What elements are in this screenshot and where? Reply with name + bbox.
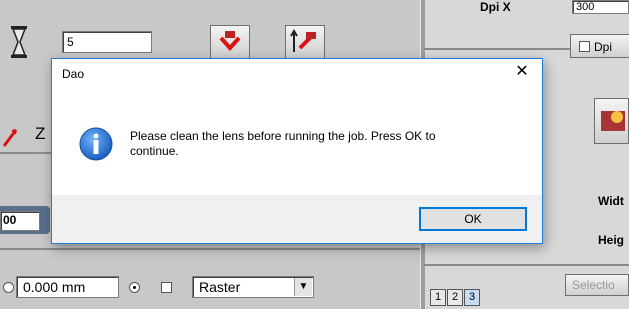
z-axis-icon (0, 120, 32, 150)
radio-selected[interactable] (129, 282, 140, 293)
distance-field[interactable]: 0.000 mm (16, 276, 119, 298)
mode-select-value: Raster (199, 279, 241, 295)
section-separator (0, 248, 420, 250)
move-button[interactable] (285, 25, 325, 59)
dialog-message-line1: Please clean the lens before running the… (130, 129, 436, 143)
mode-select[interactable]: Raster ▼ (192, 276, 314, 298)
dpi-toggle-button[interactable]: Dpi (570, 34, 629, 58)
tab-3[interactable]: 3 (464, 289, 480, 306)
dialog-message: Please clean the lens before running the… (130, 129, 520, 159)
option-checkbox[interactable] (161, 282, 172, 293)
info-icon (79, 127, 113, 161)
axis-label: Z (35, 124, 46, 143)
partial-field[interactable]: 00 (0, 211, 40, 231)
chevron-down-icon[interactable]: ▼ (294, 278, 312, 296)
dpi-checkbox-label: Dpi (594, 40, 613, 54)
dialog-footer: OK (52, 195, 542, 243)
dialog-message-line2: continue. (130, 144, 179, 158)
hourglass-icon (10, 25, 28, 59)
dpi-checkbox[interactable] (579, 41, 590, 52)
laser-button[interactable] (210, 25, 250, 59)
section-separator (424, 264, 629, 266)
dpi-x-field[interactable]: 300 (572, 0, 629, 14)
message-dialog: Dao ✕ Please clean the lens before runni… (51, 58, 543, 244)
selection-button[interactable]: Selectio (565, 274, 629, 296)
dpi-x-label: Dpi X (480, 0, 511, 14)
radio-left[interactable] (3, 282, 14, 293)
top-field[interactable] (62, 31, 152, 53)
tab-1[interactable]: 1 (430, 289, 446, 306)
close-icon[interactable]: ✕ (512, 62, 532, 82)
ok-button[interactable]: OK (419, 207, 527, 231)
height-label: Heig (598, 233, 625, 247)
preview-button[interactable] (594, 98, 629, 144)
tab-2[interactable]: 2 (447, 289, 463, 306)
section-separator (0, 152, 52, 154)
width-label: Widt (598, 194, 624, 208)
dialog-title: Dao (62, 67, 85, 81)
